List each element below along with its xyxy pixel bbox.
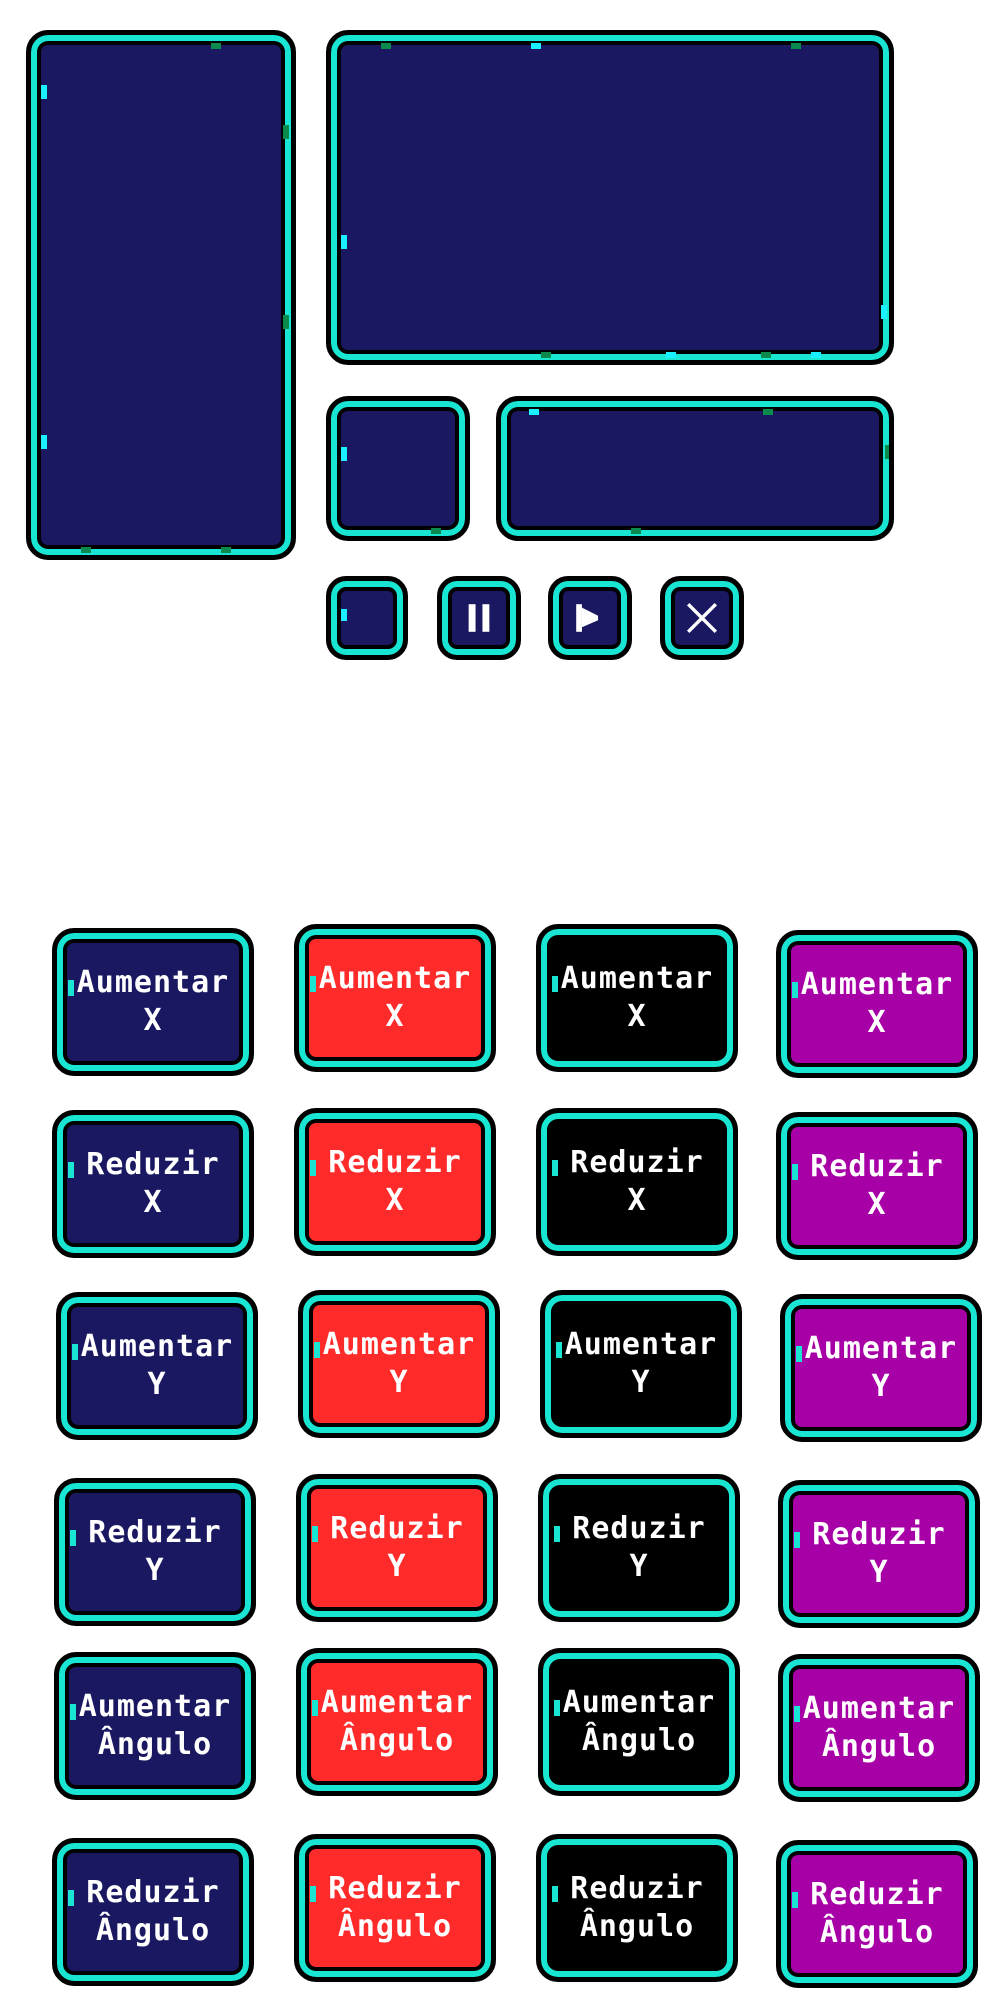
blank-button[interactable] bbox=[326, 576, 408, 660]
reduzir-x-button-purple[interactable]: Reduzir X bbox=[776, 1112, 978, 1260]
button-label: Aumentar X bbox=[76, 965, 230, 1038]
button-label: Reduzir X bbox=[86, 1147, 220, 1220]
reduzir-y-button-navy[interactable]: Reduzir Y bbox=[54, 1478, 256, 1626]
button-label: Aumentar Ângulo bbox=[78, 1689, 232, 1762]
aumentar-y-button-navy[interactable]: Aumentar Y bbox=[56, 1292, 258, 1440]
pause-button[interactable] bbox=[437, 576, 521, 660]
button-label: Reduzir X bbox=[570, 1145, 704, 1218]
button-label: Reduzir Y bbox=[88, 1515, 222, 1588]
play-flag-icon bbox=[567, 595, 613, 641]
reduzir-x-button-navy[interactable]: Reduzir X bbox=[52, 1110, 254, 1258]
reduzir-y-button-black[interactable]: Reduzir Y bbox=[538, 1474, 740, 1622]
panel-wide-bottom bbox=[496, 396, 894, 541]
aumentar-angulo-button-black[interactable]: Aumentar Ângulo bbox=[538, 1648, 740, 1796]
panel-small-square bbox=[326, 396, 470, 541]
button-label: Reduzir Ângulo bbox=[570, 1871, 704, 1944]
aumentar-x-button-black[interactable]: Aumentar X bbox=[536, 924, 738, 1072]
close-button[interactable] bbox=[660, 576, 744, 660]
aumentar-x-button-purple[interactable]: Aumentar X bbox=[776, 930, 978, 1078]
aumentar-x-button-navy[interactable]: Aumentar X bbox=[52, 928, 254, 1076]
aumentar-y-button-black[interactable]: Aumentar Y bbox=[540, 1290, 742, 1438]
reduzir-y-button-purple[interactable]: Reduzir Y bbox=[778, 1480, 980, 1628]
reduzir-x-button-red[interactable]: Reduzir X bbox=[294, 1108, 496, 1256]
button-label: Reduzir Ângulo bbox=[810, 1877, 944, 1950]
play-button[interactable] bbox=[548, 576, 632, 660]
pause-icon bbox=[456, 595, 502, 641]
button-label: Reduzir Y bbox=[572, 1511, 706, 1584]
reduzir-angulo-button-navy[interactable]: Reduzir Ângulo bbox=[52, 1838, 254, 1986]
button-label: Reduzir Ângulo bbox=[328, 1871, 462, 1944]
button-label: Aumentar X bbox=[560, 961, 714, 1034]
button-label: Aumentar X bbox=[318, 961, 472, 1034]
button-label: Reduzir Ângulo bbox=[86, 1875, 220, 1948]
aumentar-angulo-button-red[interactable]: Aumentar Ângulo bbox=[296, 1648, 498, 1796]
button-label: Aumentar Y bbox=[804, 1331, 958, 1404]
button-label: Aumentar Y bbox=[322, 1327, 476, 1400]
button-label: Reduzir Y bbox=[330, 1511, 464, 1584]
aumentar-x-button-red[interactable]: Aumentar X bbox=[294, 924, 496, 1072]
close-icon bbox=[679, 595, 725, 641]
panel-tall-left bbox=[26, 30, 296, 560]
button-label: Aumentar X bbox=[800, 967, 954, 1040]
panel-wide-top bbox=[326, 30, 894, 365]
reduzir-angulo-button-purple[interactable]: Reduzir Ângulo bbox=[776, 1840, 978, 1988]
button-label: Aumentar Ângulo bbox=[802, 1691, 956, 1764]
aumentar-angulo-button-purple[interactable]: Aumentar Ângulo bbox=[778, 1654, 980, 1802]
reduzir-angulo-button-black[interactable]: Reduzir Ângulo bbox=[536, 1834, 738, 1982]
button-label: Aumentar Y bbox=[564, 1327, 718, 1400]
button-label: Aumentar Ângulo bbox=[562, 1685, 716, 1758]
reduzir-x-button-black[interactable]: Reduzir X bbox=[536, 1108, 738, 1256]
button-label: Reduzir X bbox=[810, 1149, 944, 1222]
button-label: Aumentar Y bbox=[80, 1329, 234, 1402]
aumentar-angulo-button-navy[interactable]: Aumentar Ângulo bbox=[54, 1652, 256, 1800]
aumentar-y-button-purple[interactable]: Aumentar Y bbox=[780, 1294, 982, 1442]
button-label: Reduzir Y bbox=[812, 1517, 946, 1590]
button-label: Aumentar Ângulo bbox=[320, 1685, 474, 1758]
aumentar-y-button-red[interactable]: Aumentar Y bbox=[298, 1290, 500, 1438]
reduzir-y-button-red[interactable]: Reduzir Y bbox=[296, 1474, 498, 1622]
button-label: Reduzir X bbox=[328, 1145, 462, 1218]
reduzir-angulo-button-red[interactable]: Reduzir Ângulo bbox=[294, 1834, 496, 1982]
